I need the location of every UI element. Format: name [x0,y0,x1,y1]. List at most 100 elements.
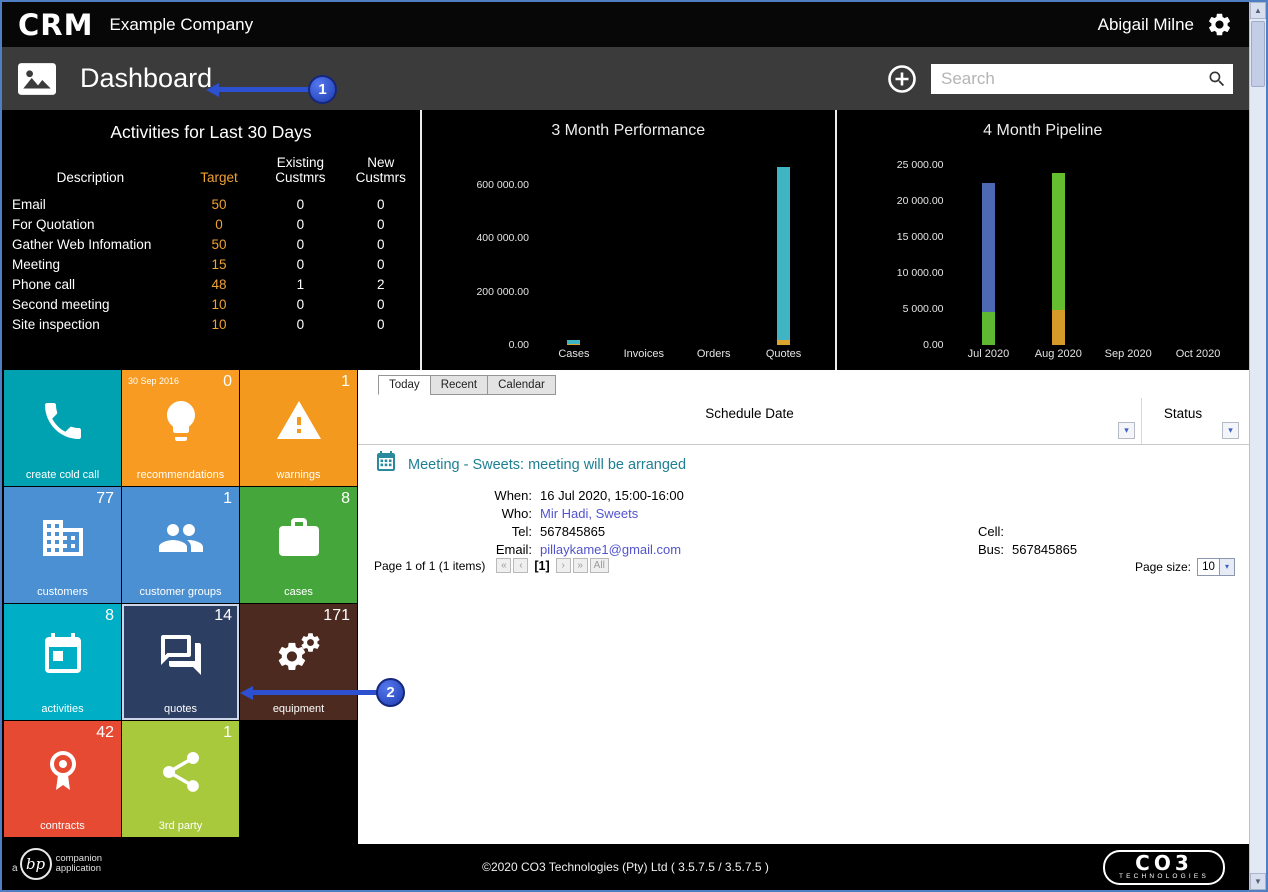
bar [567,158,581,345]
x-tick-label: Jul 2020 [967,348,1010,360]
company-name: Example Company [109,14,254,34]
bar-segment [1051,309,1065,345]
lightbulb-icon [157,397,205,445]
tile-create-cold-call[interactable]: create cold call [4,370,121,486]
meeting-calendar-icon [374,450,408,479]
tile-3rd-party[interactable]: 1 3rd party [122,721,239,837]
tile-label: activities [41,703,84,715]
meeting-title-link[interactable]: Meeting - Sweets: meeting will be arrang… [408,457,686,473]
page-size-label: Page size: [1134,560,1191,574]
tile-contracts[interactable]: 42 contracts [4,721,121,837]
scrollbar-thumb[interactable] [1251,21,1265,87]
copyright-text: ©2020 CO3 Technologies (Pty) Ltd ( 3.5.7… [482,860,769,874]
tab-calendar[interactable]: Calendar [487,375,556,395]
bar-segment [981,183,995,312]
tile-recommendations[interactable]: 30 Sep 2016 0 recommendations [122,370,239,486]
tile-activities[interactable]: 8 activities [4,604,121,720]
email-link[interactable]: pillaykame1@gmail.com [540,541,681,559]
tile-label: customers [37,586,88,598]
x-tick-label: Sep 2020 [1104,348,1152,360]
bar [707,158,720,345]
bar-group: Cases [539,158,609,364]
gears-icon [275,631,323,679]
first-page-button[interactable]: « [496,558,512,573]
all-pages-button[interactable]: All [589,558,609,573]
page-size-select[interactable]: 10 ▾ [1197,558,1235,576]
activities-title: Activities for Last 30 Days [110,122,312,142]
activity-target: 48 [211,276,227,292]
x-tick-label: Oct 2020 [1175,348,1221,360]
tile-label: recommendations [136,469,225,481]
crm-window: CRM Example Company Abigail Milne Dashbo… [0,0,1268,892]
column-divider [1141,398,1142,444]
dashboard-panels: Activities for Last 30 Days Description … [2,110,1249,370]
co3-name: CO3 [1135,851,1193,875]
y-tick-label: 0.00 [508,339,529,351]
settings-button[interactable] [1206,11,1233,38]
next-page-button[interactable]: › [555,558,571,573]
plus-circle-icon [887,64,917,94]
activity-existing: 0 [296,296,305,312]
y-tick-label: 25 000.00 [896,159,944,172]
who-link[interactable]: Mir Hadi, Sweets [540,505,638,523]
tile-customer-groups[interactable]: 1 customer groups [122,487,239,603]
page-size-value: 10 [1202,561,1215,573]
when-value: 16 Jul 2020, 15:00-16:00 [540,488,684,503]
tel-value: 567845865 [540,524,606,539]
activities-row: Second meeting 10 0 0 [2,294,420,314]
activities-header-row: Description Target Existing Custmrs New … [2,153,420,194]
tile-quotes[interactable]: 14 quotes [122,604,239,720]
current-page: [1] [534,558,550,573]
activity-target: 50 [211,236,227,252]
bar-group: Orders [679,158,749,364]
column-header-new-custmrs: New Custmrs [355,155,406,185]
activity-existing: 0 [296,236,305,252]
bar-group: Invoices [609,158,679,364]
activities-row: Email 50 0 0 [2,194,420,214]
chevron-down-icon: ▾ [1124,425,1129,435]
tile-warnings[interactable]: 1 warnings [240,370,357,486]
tile-customers[interactable]: 77 customers [4,487,121,603]
page-title: Dashboard [80,63,213,93]
page-size-control: Page size: 10 ▾ [1135,558,1235,576]
status-filter-button[interactable]: ▾ [1222,422,1239,439]
activity-target: 15 [211,256,227,272]
bar-segment [777,167,791,340]
y-tick-label: 400 000.00 [476,232,529,245]
schedule-date-filter-button[interactable]: ▾ [1118,422,1135,439]
last-page-button[interactable]: » [572,558,588,573]
tab-today[interactable]: Today [378,375,431,395]
pagination-summary: Page 1 of 1 (1 items) [374,558,486,573]
tile-date: 30 Sep 2016 [128,376,180,386]
tile-badge: 1 [341,373,350,390]
warning-triangle-icon [275,397,323,445]
prev-page-button[interactable]: ‹ [513,558,529,573]
bar-group: Oct 2020 [1163,158,1233,364]
tile-equipment[interactable]: 171 equipment [240,604,357,720]
activities-panel: Activities for Last 30 Days Description … [2,110,422,370]
column-header-schedule-date[interactable]: Schedule Date [358,406,1141,421]
cell-label: Cell: [977,524,1004,539]
column-header-status[interactable]: Status [1138,406,1228,421]
vertical-scrollbar[interactable]: ▲ ▼ [1249,2,1266,890]
activity-new: 2 [377,276,385,292]
speech-bubbles-icon [157,631,205,679]
chart-title: 4 Month Pipeline [983,122,1103,139]
bar [777,158,791,345]
tile-badge: 8 [341,490,350,507]
building-icon [39,514,87,562]
calendar-icon [39,631,87,679]
activities-row: For Quotation 0 0 0 [2,214,420,234]
scroll-down-button[interactable]: ▼ [1250,873,1266,890]
tile-cases[interactable]: 8 cases [240,487,357,603]
search-input[interactable] [939,67,1207,90]
search-button[interactable] [1207,69,1227,89]
tile-label: quotes [163,703,198,715]
plot-area: Cases Invoices Orders Quotes [539,158,819,364]
tab-recent[interactable]: Recent [429,375,489,395]
tile-badge: 14 [214,607,232,624]
y-tick-label: 15 000.00 [896,231,944,244]
scroll-up-button[interactable]: ▲ [1250,2,1266,19]
add-button[interactable] [887,64,917,94]
activity-description: Meeting [12,256,61,272]
